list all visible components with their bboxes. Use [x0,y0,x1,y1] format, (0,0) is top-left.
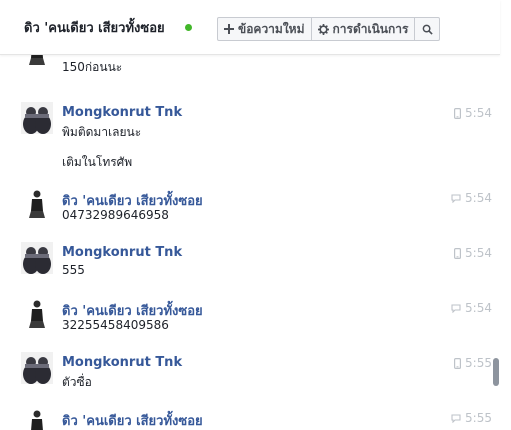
chat-bubble-icon [451,303,461,313]
conversation-header: ดิว 'คนเดียว เสียวทั้งซอย ข้อความใหม่ กา… [0,0,500,55]
chat-bubble-icon [451,193,461,203]
scrollbar-thumb[interactable] [493,358,499,386]
message-timestamp: 5:55 [454,356,492,370]
sender-avatar[interactable] [21,297,53,329]
sender-name[interactable]: Mongkonrut Tnk [62,105,182,120]
timestamp-text: 5:55 [465,356,492,370]
sender-avatar[interactable] [21,352,53,384]
sender-avatar[interactable] [21,187,53,219]
message-timestamp: 5:54 [454,246,492,260]
mobile-phone-icon [454,107,462,119]
message-text: 32255458409586 [62,318,169,332]
message-timestamp: 5:54 [451,191,492,205]
online-status-icon [185,24,192,31]
sender-name[interactable]: ดิว 'คนเดียว เสียวทั้งซอย [62,410,203,430]
header-toolbar: ข้อความใหม่ การดำเนินการ [217,17,441,41]
new-message-label: ข้อความใหม่ [238,21,305,36]
mobile-phone-icon [454,247,462,259]
message-timestamp: 5:54 [454,106,492,120]
mobile-phone-icon [454,357,462,369]
sender-avatar[interactable] [21,102,53,134]
message-text: เติมในโทรศัพ [62,155,133,169]
search-button[interactable] [415,18,439,40]
message-text: ตัวซื่อ [62,375,92,389]
sender-name[interactable]: Mongkonrut Tnk [62,245,182,260]
message-text: 150ก่อนนะ [62,60,123,74]
timestamp-text: 5:54 [465,301,492,315]
timestamp-text: 5:54 [465,106,492,120]
message-text: พิมติดมาเลยนะ [62,125,142,139]
message-timestamp: 5:54 [451,301,492,315]
chat-bubble-icon [451,413,461,423]
sender-avatar[interactable] [21,242,53,274]
search-icon [422,24,433,35]
message-timestamp: 5:55 [451,411,492,425]
timestamp-text: 5:54 [465,246,492,260]
actions-label: การดำเนินการ [332,21,409,36]
sender-avatar[interactable] [21,407,53,430]
conversation-title[interactable]: ดิว 'คนเดียว เสียวทั้งซอย [24,17,165,38]
message-text: 04732989646958 [62,208,169,222]
sender-name[interactable]: Mongkonrut Tnk [62,355,182,370]
actions-button[interactable]: การดำเนินการ [312,18,416,40]
message-text: 555 [62,263,85,277]
new-message-button[interactable]: ข้อความใหม่ [218,18,312,40]
timestamp-text: 5:55 [465,411,492,425]
gear-icon [317,23,329,35]
plus-icon [224,24,234,34]
message-thread[interactable]: ดิว 'คนเดียว เสียวทั้งซอย5:53150ก่อนนะMo… [0,40,500,430]
scrollbar-track[interactable] [500,0,511,430]
timestamp-text: 5:54 [465,191,492,205]
